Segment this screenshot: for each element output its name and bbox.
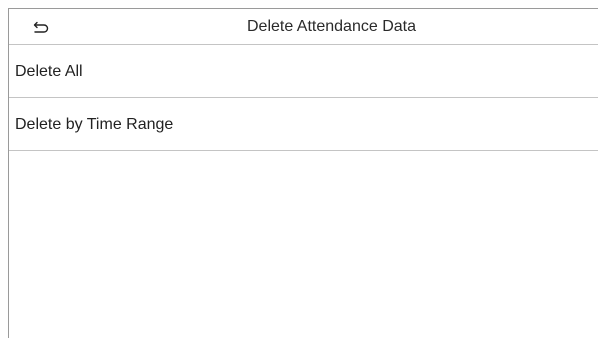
menu-item-delete-by-time-range[interactable]: Delete by Time Range xyxy=(9,98,598,151)
page-title: Delete Attendance Data xyxy=(246,18,416,35)
menu-item-label: Delete All xyxy=(15,63,83,80)
menu-item-label: Delete by Time Range xyxy=(15,116,174,133)
screen: Delete Attendance Data Delete All Delete… xyxy=(8,8,598,338)
header-bar: Delete Attendance Data xyxy=(9,9,598,45)
menu-item-delete-all[interactable]: Delete All xyxy=(9,45,598,98)
